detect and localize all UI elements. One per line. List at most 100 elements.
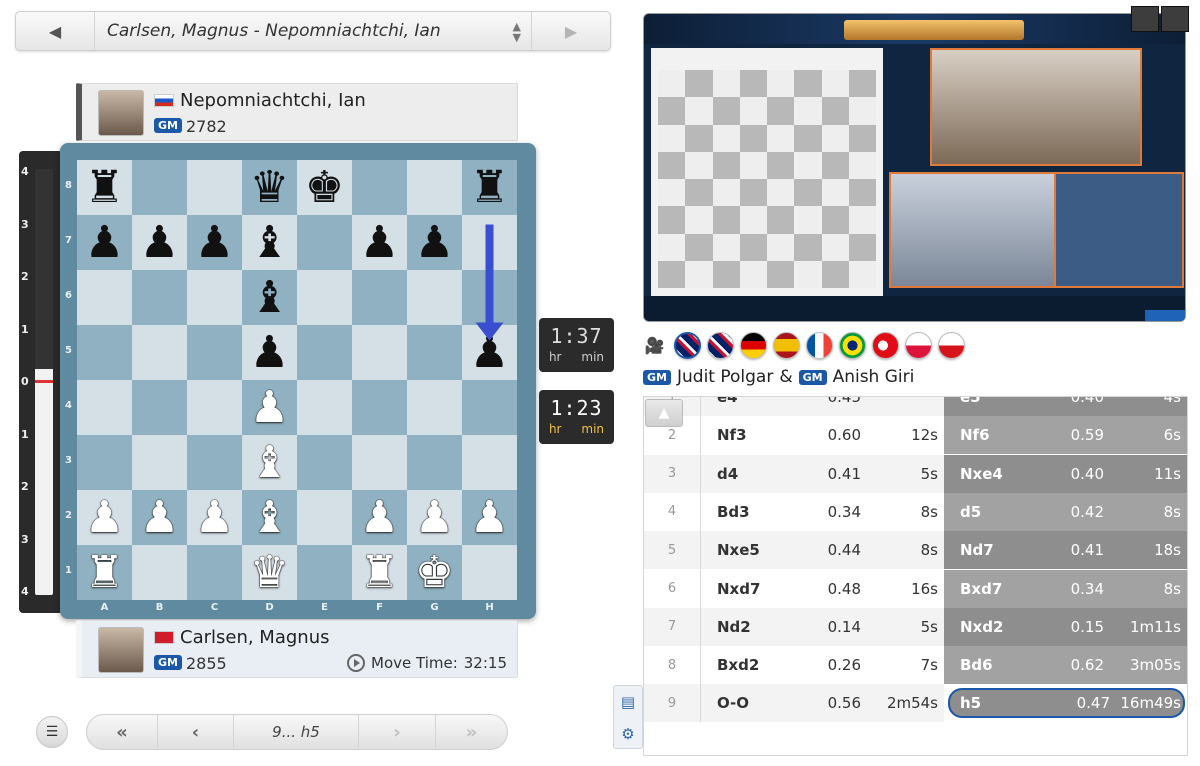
square-e3[interactable] [297, 435, 352, 490]
white-move[interactable]: Bd3 0.34 8s [701, 492, 944, 531]
square-c2[interactable]: ♟ [187, 490, 242, 545]
square-a4[interactable] [77, 380, 132, 435]
black-move[interactable]: Nxe4 0.40 11s [944, 454, 1187, 493]
square-f6[interactable] [352, 270, 407, 325]
white-pawn-icon[interactable]: ♟ [415, 495, 454, 540]
black-pawn-icon[interactable]: ♟ [195, 220, 234, 265]
first-move-button[interactable]: « [87, 715, 157, 749]
black-move[interactable]: Bxd7 0.34 8s [944, 569, 1187, 608]
popout-button[interactable] [1131, 6, 1159, 32]
next-game-button[interactable]: ▶ [532, 12, 610, 50]
white-pawn-icon[interactable]: ♟ [470, 495, 509, 540]
language-tr-button[interactable] [872, 332, 899, 359]
square-c4[interactable] [187, 380, 242, 435]
square-h2[interactable]: ♟ [462, 490, 517, 545]
white-pawn-icon[interactable]: ♟ [250, 385, 289, 430]
square-a6[interactable] [77, 270, 132, 325]
white-move[interactable]: Bxd2 0.26 7s [701, 646, 944, 685]
white-king-icon[interactable]: ♚ [415, 550, 454, 595]
square-f4[interactable] [352, 380, 407, 435]
square-b4[interactable] [132, 380, 187, 435]
menu-button[interactable]: ☰ [36, 716, 68, 748]
square-a7[interactable]: ♟ [77, 215, 132, 270]
language-fr-button[interactable] [806, 332, 833, 359]
square-b8[interactable] [132, 160, 187, 215]
black-pawn-icon[interactable]: ♟ [470, 330, 509, 375]
square-f1[interactable]: ♜ [352, 545, 407, 600]
black-move[interactable]: d5 0.42 8s [944, 492, 1187, 531]
square-h4[interactable] [462, 380, 517, 435]
square-h8[interactable]: ♜ [462, 160, 517, 215]
square-b1[interactable] [132, 545, 187, 600]
language-br-button[interactable] [839, 332, 866, 359]
square-h3[interactable] [462, 435, 517, 490]
square-h5[interactable]: ♟ [462, 325, 517, 380]
square-c3[interactable] [187, 435, 242, 490]
language-pl-button[interactable] [905, 332, 932, 359]
square-g7[interactable]: ♟ [407, 215, 462, 270]
game-title-dropdown[interactable]: Carlsen, Magnus - Nepomniachtchi, Ian ▲ ▼ [94, 12, 532, 50]
white-bishop-icon[interactable]: ♝ [250, 495, 289, 540]
square-e5[interactable] [297, 325, 352, 380]
black-pawn-icon[interactable]: ♟ [360, 220, 399, 265]
white-move[interactable]: e4 0.45 [701, 397, 944, 416]
square-f8[interactable] [352, 160, 407, 215]
white-rook-icon[interactable]: ♜ [360, 550, 399, 595]
square-c6[interactable] [187, 270, 242, 325]
square-e8[interactable]: ♚ [297, 160, 352, 215]
scroll-up-button[interactable]: ▲ [645, 399, 683, 427]
white-move[interactable]: Nf3 0.60 12s [701, 416, 944, 455]
language-cz-button[interactable] [938, 332, 965, 359]
square-h1[interactable] [462, 545, 517, 600]
prev-game-button[interactable]: ◀ [16, 12, 94, 50]
square-f2[interactable]: ♟ [352, 490, 407, 545]
square-a2[interactable]: ♟ [77, 490, 132, 545]
white-rook-icon[interactable]: ♜ [85, 550, 124, 595]
square-g3[interactable] [407, 435, 462, 490]
prev-move-button[interactable]: ‹ [157, 715, 233, 749]
black-pawn-icon[interactable]: ♟ [140, 220, 179, 265]
white-queen-icon[interactable]: ♛ [250, 550, 289, 595]
language-es-button[interactable] [773, 332, 800, 359]
white-pawn-icon[interactable]: ♟ [140, 495, 179, 540]
square-e7[interactable] [297, 215, 352, 270]
square-h6[interactable] [462, 270, 517, 325]
square-b2[interactable]: ♟ [132, 490, 187, 545]
next-move-button[interactable]: › [359, 715, 435, 749]
square-g2[interactable]: ♟ [407, 490, 462, 545]
white-bishop-icon[interactable]: ♝ [250, 440, 289, 485]
square-c7[interactable]: ♟ [187, 215, 242, 270]
square-d2[interactable]: ♝ [242, 490, 297, 545]
square-c8[interactable] [187, 160, 242, 215]
square-e2[interactable] [297, 490, 352, 545]
square-a3[interactable] [77, 435, 132, 490]
square-d5[interactable]: ♟ [242, 325, 297, 380]
notation-view-button[interactable]: ▤ [614, 686, 642, 718]
black-bishop-icon[interactable]: ♝ [250, 220, 289, 265]
square-c5[interactable] [187, 325, 242, 380]
language-gb-button[interactable] [674, 332, 701, 359]
black-king-icon[interactable]: ♚ [305, 165, 344, 210]
square-e1[interactable] [297, 545, 352, 600]
black-rook-icon[interactable]: ♜ [85, 165, 124, 210]
square-d8[interactable]: ♛ [242, 160, 297, 215]
square-f7[interactable]: ♟ [352, 215, 407, 270]
current-move-cell[interactable]: h5 0.47 16m49s [948, 688, 1185, 719]
black-pawn-icon[interactable]: ♟ [85, 220, 124, 265]
square-f5[interactable] [352, 325, 407, 380]
black-move[interactable]: Nf6 0.59 6s [944, 416, 1187, 455]
square-d4[interactable]: ♟ [242, 380, 297, 435]
engine-view-button[interactable]: ⚙ [614, 718, 642, 750]
square-f3[interactable] [352, 435, 407, 490]
square-g6[interactable] [407, 270, 462, 325]
white-move[interactable]: O-O 0.56 2m54s [701, 684, 944, 723]
square-a8[interactable]: ♜ [77, 160, 132, 215]
white-move[interactable]: Nxd7 0.48 16s [701, 569, 944, 608]
board-grid[interactable]: ♜ ♛ ♚ ♜ ♟ ♟ ♟ ♝ ♟ ♟ ♝ ♟ ♟ ♟ ♝ ♟ ♟ ♟ ♝ ♟ ♟ ♟ ♜ ♛ ♜ ♚ [77, 160, 517, 600]
white-move[interactable]: d4 0.41 5s [701, 454, 944, 493]
black-bishop-icon[interactable]: ♝ [250, 275, 289, 320]
square-g8[interactable] [407, 160, 462, 215]
black-move[interactable]: Nxd2 0.15 1m11s [944, 607, 1187, 646]
square-h7[interactable] [462, 215, 517, 270]
square-c1[interactable] [187, 545, 242, 600]
